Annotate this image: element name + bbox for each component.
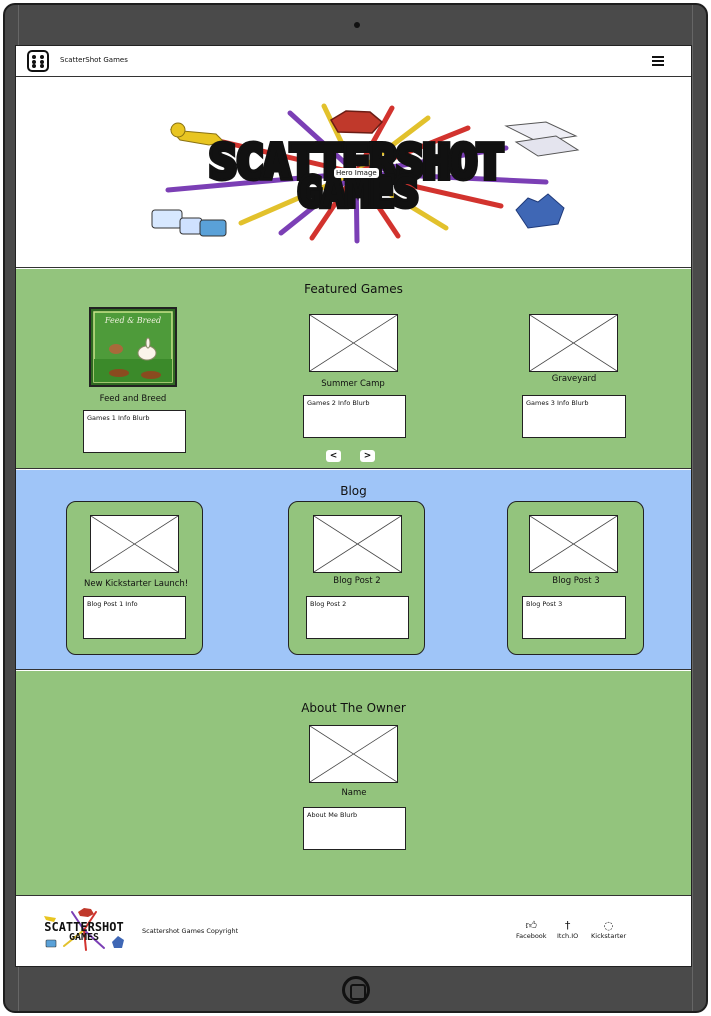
game-image-placeholder[interactable] [529, 314, 618, 372]
kickstarter-link[interactable]: ◌ Kickstarter [591, 919, 626, 941]
sword-icon: † [564, 919, 571, 932]
about-me-blurb: About Me Blurb [303, 807, 406, 850]
game-blurb: Games 2 Info Blurb [303, 395, 406, 438]
screen: ScatterShot Games SCATTERSHOT SCATTERSHO… [15, 45, 692, 967]
navbar: ScatterShot Games [16, 46, 691, 77]
section-title: Featured Games [304, 282, 403, 296]
game-image-placeholder[interactable] [309, 314, 398, 372]
brand-name[interactable]: ScatterShot Games [60, 56, 128, 64]
camera-dot [354, 22, 360, 28]
blog-post-title[interactable]: Blog Post 2 [317, 576, 397, 586]
blog-post-blurb: Blog Post 3 [522, 596, 626, 639]
carousel-next-button[interactable]: > [360, 450, 375, 462]
copyright-text: Scattershot Games Copyright [142, 927, 239, 935]
dice-icon[interactable] [27, 50, 49, 72]
footer-logo[interactable]: SCATTERSHOT GAMES [34, 906, 134, 954]
facebook-link[interactable]: 👍︎ Facebook [516, 919, 547, 941]
section-title: Blog [340, 484, 367, 498]
owner-name: Name [341, 788, 367, 798]
blog-post-title[interactable]: Blog Post 3 [536, 576, 616, 586]
blog-post-blurb: Blog Post 2 [306, 596, 409, 639]
flame-icon: ◌ [603, 919, 614, 932]
blog-image-placeholder[interactable] [313, 515, 402, 573]
blog-section: Blog New Kickstarter Launch! Blog Post 1… [16, 470, 691, 670]
owner-image-placeholder [309, 725, 398, 783]
blog-image-placeholder[interactable] [90, 515, 179, 573]
blog-post-title[interactable]: New Kickstarter Launch! [84, 579, 188, 589]
game-cover-feed-and-breed[interactable]: Feed & Breed [89, 307, 177, 387]
itchio-link[interactable]: † Itch.IO [557, 919, 578, 941]
game-name[interactable]: Feed and Breed [93, 394, 173, 404]
hero-section: SCATTERSHOT SCATTERSHOT GAMES GAMES Hero… [16, 78, 691, 268]
svg-text:GAMES: GAMES [69, 932, 99, 943]
game-blurb: Games 1 Info Blurb [83, 410, 186, 453]
game-name[interactable]: Graveyard [534, 374, 614, 384]
home-button[interactable] [342, 976, 370, 1004]
game-blurb: Games 3 Info Blurb [522, 395, 626, 438]
featured-games-section: Featured Games Feed & Breed Feed and Bre… [16, 269, 691, 469]
bezel-line [692, 5, 693, 1011]
game-name[interactable]: Summer Camp [313, 379, 393, 389]
about-section: About The Owner Name About Me Blurb [16, 671, 691, 896]
carousel-prev-button[interactable]: < [326, 450, 341, 462]
hero-image-label: Hero Image [334, 168, 379, 178]
thumbs-up-icon: 👍︎ [525, 919, 538, 932]
section-title: About The Owner [301, 701, 406, 715]
blog-post-blurb: Blog Post 1 Info [83, 596, 186, 639]
svg-text:Feed & Breed: Feed & Breed [104, 316, 161, 325]
footer: SCATTERSHOT GAMES Scattershot Games Copy… [16, 896, 691, 966]
blog-image-placeholder[interactable] [529, 515, 618, 573]
hamburger-menu-icon[interactable] [652, 56, 664, 66]
